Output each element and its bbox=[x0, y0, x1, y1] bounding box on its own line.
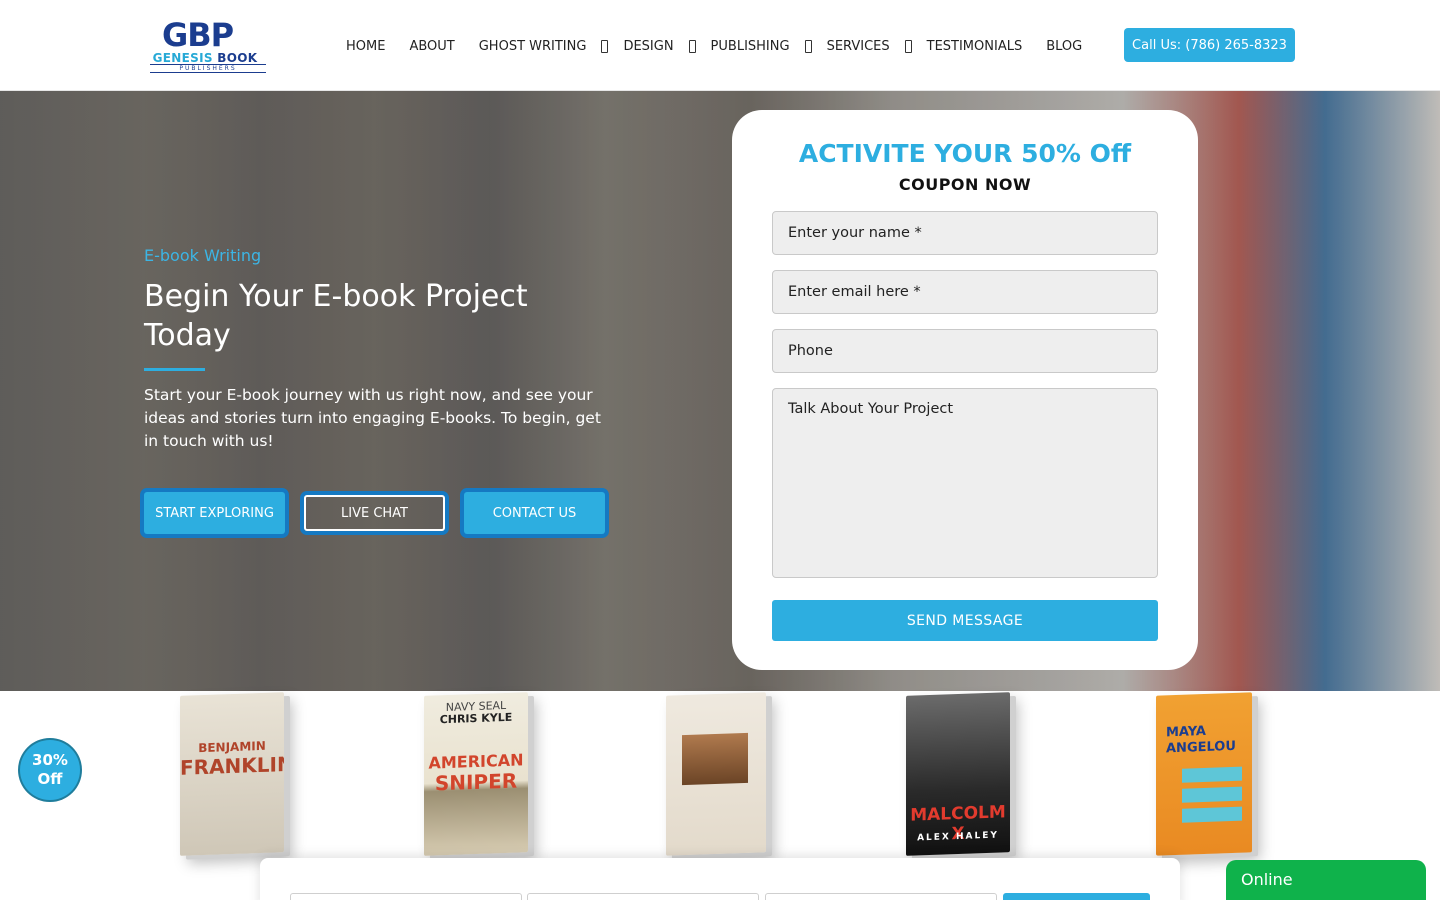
discount-percent: 30% bbox=[32, 751, 68, 769]
book-decoration bbox=[1182, 786, 1242, 803]
hero-divider bbox=[144, 368, 205, 371]
email-input[interactable] bbox=[772, 270, 1158, 314]
book-cover-american-sniper[interactable]: NAVY SEAL CHRIS KYLE AMERICAN SNIPER bbox=[424, 692, 528, 856]
nav-testimonials[interactable]: TESTIMONIALS bbox=[927, 39, 1023, 54]
hero-eyebrow: E-book Writing bbox=[144, 246, 262, 265]
logo-mark: GBP bbox=[162, 16, 234, 54]
form-subtitle: COUPON NOW bbox=[898, 175, 1032, 194]
project-textarea[interactable] bbox=[772, 388, 1158, 578]
book-cover-image bbox=[682, 732, 748, 786]
dropdown-icon bbox=[688, 39, 696, 53]
bottom-form-field[interactable] bbox=[290, 893, 522, 900]
logo-name: GENESIS BOOK bbox=[152, 51, 258, 65]
logo-subtitle: PUBLISHERS bbox=[150, 64, 266, 73]
site-header: GBP GENESIS BOOK PUBLISHERS HOME ABOUT G… bbox=[0, 0, 1440, 91]
book-cover-malcolm-x[interactable]: MALCOLM X ALEX HALEY bbox=[906, 692, 1010, 856]
name-input[interactable] bbox=[772, 211, 1158, 255]
coupon-form: ACTIVITE YOUR 50% Off COUPON NOW SEND ME… bbox=[732, 110, 1198, 670]
nav-home[interactable]: HOME bbox=[346, 39, 385, 54]
dropdown-icon bbox=[804, 39, 812, 53]
hero-section: E-book Writing Begin Your E-book Project… bbox=[0, 91, 1440, 691]
bottom-form-field[interactable] bbox=[527, 893, 759, 900]
book-title-line: ANGELOU bbox=[1166, 738, 1236, 757]
main-nav: HOME ABOUT GHOST WRITING DESIGN PUBLISHI… bbox=[346, 37, 1106, 55]
phone-input[interactable] bbox=[772, 329, 1158, 373]
bottom-form-field[interactable] bbox=[765, 893, 997, 900]
nav-about[interactable]: ABOUT bbox=[409, 39, 454, 54]
dropdown-icon bbox=[601, 39, 609, 53]
nav-design[interactable]: DESIGN bbox=[623, 39, 696, 54]
bottom-form-submit[interactable] bbox=[1003, 893, 1150, 900]
chat-status: Online bbox=[1241, 870, 1293, 889]
nav-ghost-writing[interactable]: GHOST WRITING bbox=[479, 39, 609, 54]
book-cover-egypt[interactable] bbox=[666, 692, 766, 856]
contact-us-button[interactable]: CONTACT US bbox=[464, 492, 605, 534]
nav-publishing[interactable]: PUBLISHING bbox=[711, 39, 812, 54]
book-title-line: FRANKLIN bbox=[180, 751, 284, 780]
book-decoration bbox=[1182, 806, 1242, 823]
send-message-button[interactable]: SEND MESSAGE bbox=[772, 600, 1158, 641]
bottom-form-panel bbox=[260, 858, 1180, 900]
book-cover-maya-angelou[interactable]: MAYA ANGELOU bbox=[1156, 692, 1252, 856]
nav-blog[interactable]: BLOG bbox=[1046, 39, 1082, 54]
hero-description: Start your E-book journey with us right … bbox=[144, 386, 601, 450]
live-chat-button[interactable]: LIVE CHAT bbox=[304, 495, 445, 531]
discount-label: Off bbox=[37, 770, 63, 788]
book-title-line: SNIPER bbox=[434, 768, 518, 796]
dropdown-icon bbox=[904, 39, 912, 53]
start-exploring-button[interactable]: START EXPLORING bbox=[144, 492, 285, 534]
nav-services[interactable]: SERVICES bbox=[827, 39, 912, 54]
book-cover-benjamin-franklin[interactable]: BENJAMIN FRANKLIN bbox=[180, 692, 284, 856]
form-title: ACTIVITE YOUR 50% Off bbox=[798, 139, 1132, 168]
book-title-line: CHRIS KYLE bbox=[439, 710, 513, 727]
call-us-button[interactable]: Call Us: (786) 265-8323 bbox=[1124, 28, 1295, 62]
discount-badge[interactable]: 30% Off bbox=[20, 740, 80, 800]
live-chat-widget[interactable]: Online bbox=[1226, 860, 1426, 900]
hero-title: Begin Your E-book Project Today bbox=[144, 279, 528, 353]
logo[interactable]: GBP GENESIS BOOK PUBLISHERS bbox=[144, 16, 266, 73]
book-decoration bbox=[1182, 766, 1242, 783]
